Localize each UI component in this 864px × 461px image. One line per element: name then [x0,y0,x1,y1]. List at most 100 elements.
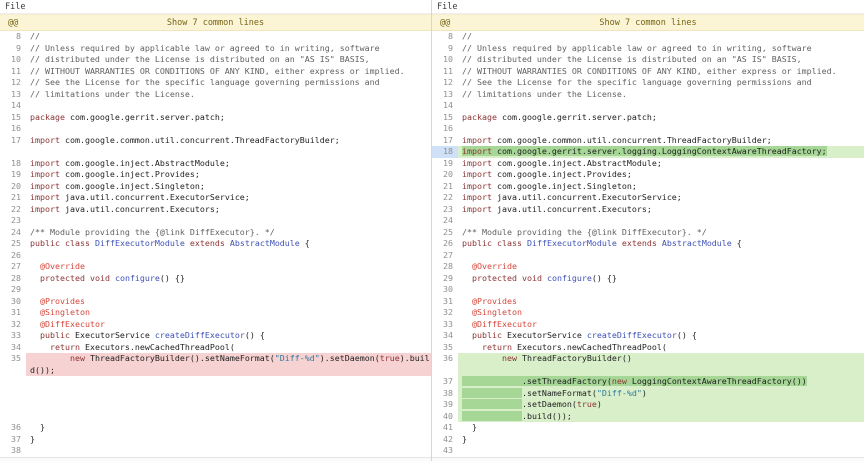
line-number[interactable]: 14 [432,100,458,112]
code-segment [30,330,40,340]
line-number[interactable]: 20 [432,169,458,181]
line-number[interactable]: 30 [0,296,26,308]
line-number[interactable]: 19 [432,158,458,170]
line-number[interactable]: 17 [432,135,458,147]
line-number[interactable]: 36 [432,353,458,376]
line-number[interactable]: 38 [432,388,458,400]
diff-row: 9// Unless required by applicable law or… [432,43,864,55]
code-segment: new [502,353,517,363]
line-number[interactable]: 25 [0,238,26,250]
line-number[interactable]: 33 [432,319,458,331]
code-segment: @Singleton [40,307,90,317]
line-number[interactable]: 10 [432,54,458,66]
line-number[interactable]: 18 [0,158,26,170]
line-number[interactable]: 27 [432,250,458,262]
common-lines-expander-right[interactable]: @@ Show 7 common lines [432,14,864,31]
common-lines-expander-left[interactable]: @@ Show 7 common lines [0,14,431,31]
line-number[interactable]: 39 [432,399,458,411]
code-line: import com.google.inject.AbstractModule; [458,158,864,170]
line-number[interactable]: 22 [0,204,26,216]
line-number[interactable]: 27 [0,261,26,273]
line-number[interactable] [0,388,26,400]
line-number[interactable]: 21 [432,181,458,193]
line-number[interactable]: 24 [432,215,458,227]
code-segment: .setNameFormat( [522,388,597,398]
line-number[interactable]: 33 [0,330,26,342]
line-number[interactable]: 31 [0,307,26,319]
line-number[interactable]: 20 [0,181,26,193]
line-number[interactable]: 19 [0,169,26,181]
line-number[interactable]: 13 [0,89,26,101]
code-line: import com.google.gerrit.server.logging.… [458,146,864,158]
line-number[interactable]: 24 [0,227,26,239]
line-number[interactable]: 8 [0,31,26,43]
line-number[interactable]: 17 [0,135,26,147]
line-number[interactable]: 26 [432,238,458,250]
line-number[interactable]: 38 [0,445,26,457]
line-number[interactable]: 23 [432,204,458,216]
line-number[interactable]: 15 [0,112,26,124]
line-number[interactable]: 15 [432,112,458,124]
line-number[interactable]: 18 [432,146,458,158]
line-number[interactable]: 25 [432,227,458,239]
expander-label: Show 7 common lines [432,16,864,31]
line-number[interactable]: 35 [432,342,458,354]
line-number[interactable]: 16 [432,123,458,135]
diff-row: 19import com.google.inject.Provides; [0,169,431,181]
code-segment [462,399,522,409]
diff-view: File @@ Show 7 common lines 8//9// Unles… [0,0,864,461]
code-line: public ExecutorService createDiffExecuto… [458,330,864,342]
line-number[interactable]: 35 [0,353,26,376]
line-number[interactable]: 40 [432,411,458,423]
code-segment: // distributed under the License is dist… [462,54,802,64]
line-number[interactable]: 23 [0,215,26,227]
code-segment: import [462,135,492,145]
line-number[interactable]: 28 [0,273,26,285]
line-number[interactable]: 42 [432,434,458,446]
line-number[interactable]: 8 [432,31,458,43]
line-number[interactable]: 26 [0,250,26,262]
code-segment [30,261,40,271]
line-number[interactable] [0,399,26,411]
line-number[interactable]: 22 [432,192,458,204]
line-number[interactable]: 12 [0,77,26,89]
line-number[interactable]: 10 [0,54,26,66]
line-number[interactable]: 9 [0,43,26,55]
line-number[interactable]: 28 [432,261,458,273]
line-number[interactable]: 36 [0,422,26,434]
line-number[interactable]: 37 [432,376,458,388]
line-number[interactable]: 21 [0,192,26,204]
line-number[interactable]: 29 [432,273,458,285]
line-number[interactable]: 16 [0,123,26,135]
line-number[interactable]: 12 [432,77,458,89]
code-segment: import [30,169,60,179]
line-number[interactable]: 11 [432,66,458,78]
code-segment: // limitations under the License. [30,89,195,99]
line-number[interactable]: 41 [432,422,458,434]
code-line: import java.util.concurrent.Executors; [458,204,864,216]
line-number[interactable]: 43 [432,445,458,457]
line-number[interactable]: 9 [432,43,458,55]
line-number[interactable] [0,376,26,388]
code-segment: public [462,238,492,248]
line-number[interactable] [0,146,26,158]
code-line: .build()); [458,411,864,423]
line-number[interactable]: 14 [0,100,26,112]
diff-row: 29 protected void configure() {} [432,273,864,285]
code-line: return Executors.newCachedThreadPool( [458,342,864,354]
line-number[interactable]: 34 [0,342,26,354]
code-segment: void [90,273,110,283]
code-line [26,445,431,457]
line-number[interactable]: 13 [432,89,458,101]
line-number[interactable]: 32 [0,319,26,331]
line-number[interactable] [0,411,26,423]
code-segment: // See the License for the specific lang… [30,77,380,87]
line-number[interactable]: 34 [432,330,458,342]
line-number[interactable]: 11 [0,66,26,78]
line-number[interactable]: 32 [432,307,458,319]
line-number[interactable]: 30 [432,284,458,296]
code-line: .setNameFormat("Diff-%d") [458,388,864,400]
line-number[interactable]: 29 [0,284,26,296]
line-number[interactable]: 31 [432,296,458,308]
line-number[interactable]: 37 [0,434,26,446]
